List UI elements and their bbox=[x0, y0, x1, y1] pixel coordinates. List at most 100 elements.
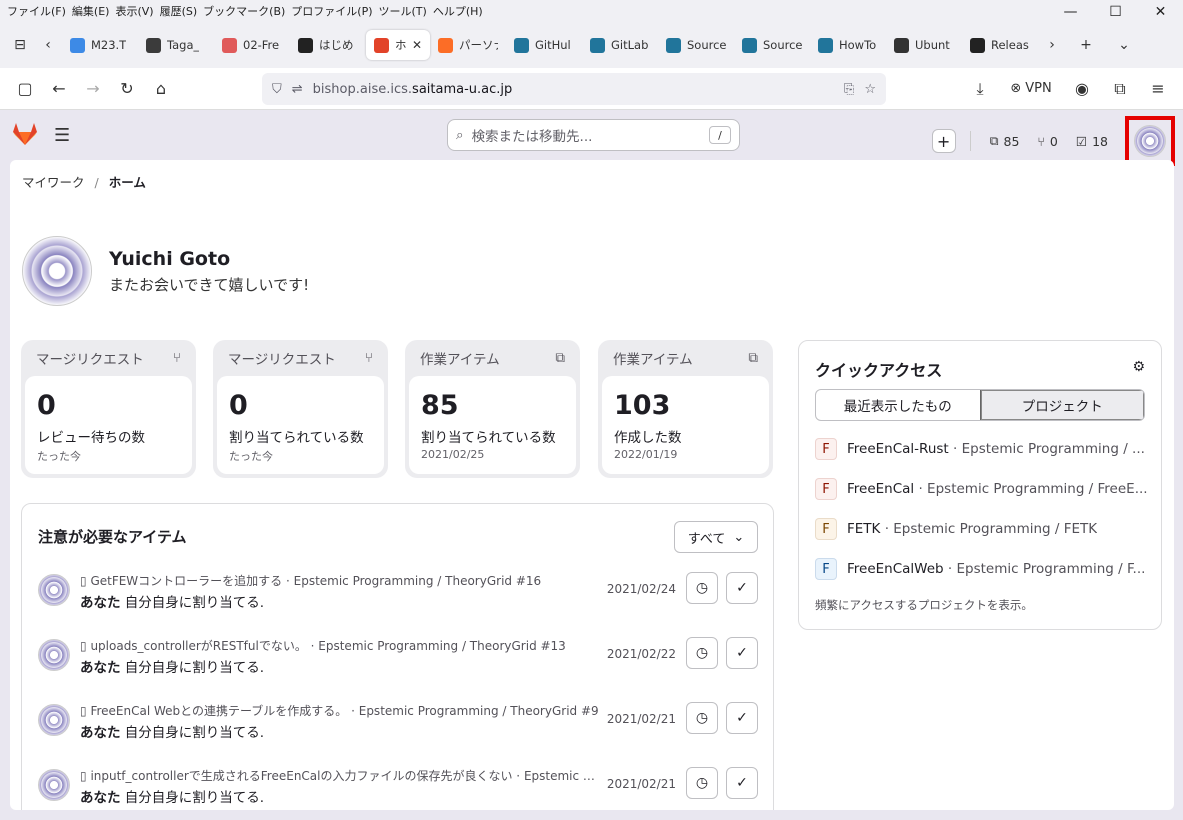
forward-icon[interactable]: → bbox=[76, 73, 110, 105]
menu-item[interactable]: プロファイル(P) bbox=[288, 3, 375, 19]
project-name: FreeEnCalWeb bbox=[847, 561, 944, 577]
filter-dropdown[interactable]: すべて ⌄ bbox=[674, 521, 758, 553]
snooze-clock-icon[interactable]: ◷ bbox=[686, 767, 718, 799]
downloads-icon[interactable]: ⤓ bbox=[963, 73, 997, 105]
avatar bbox=[1134, 125, 1166, 157]
settings-sliders-icon[interactable]: ⚙ bbox=[1132, 359, 1145, 375]
window-controls: — ☐ ✕ bbox=[1048, 0, 1183, 24]
menu-item[interactable]: ブックマーク(B) bbox=[200, 3, 288, 19]
issue-icon: ▯ bbox=[80, 639, 87, 653]
shield-icon[interactable]: ⛉ bbox=[272, 82, 282, 97]
tab-favicon-icon bbox=[222, 37, 237, 53]
browser-tab[interactable]: パーソナ bbox=[430, 30, 506, 60]
menu-item[interactable]: 履歴(S) bbox=[157, 3, 201, 19]
todo-title[interactable]: ▯ GetFEWコントローラーを追加する · Epstemic Programm… bbox=[80, 572, 600, 589]
user-menu-button[interactable] bbox=[1125, 116, 1175, 166]
todo-title[interactable]: ▯ uploads_controllerがRESTfulでない。 · Epste… bbox=[80, 637, 600, 654]
mark-done-check-icon[interactable]: ✓ bbox=[726, 767, 758, 799]
issues-icon: ⧉ bbox=[748, 350, 758, 366]
hamburger-menu-icon[interactable]: ☰ bbox=[54, 125, 70, 146]
browser-tab[interactable]: HowTo bbox=[810, 30, 886, 60]
todo-title[interactable]: ▯ inputf_controllerで生成されるFreeEnCalの入力ファイ… bbox=[80, 767, 600, 784]
menu-item[interactable]: 表示(V) bbox=[112, 3, 156, 19]
url-bar[interactable]: ⛉ ⇌ bishop.aise.ics.saitama-u.ac.jp ⎘ ☆ bbox=[262, 73, 886, 105]
divider bbox=[969, 131, 971, 151]
todo-row[interactable]: ▯ GetFEWコントローラーを追加する · Epstemic Programm… bbox=[38, 568, 760, 618]
search-icon: ⌕ bbox=[456, 127, 464, 143]
issues-count-button[interactable]: ⧉ 85 bbox=[985, 133, 1025, 149]
menu-item[interactable]: ヘルプ(H) bbox=[430, 3, 486, 19]
close-tab-icon[interactable]: ✕ bbox=[412, 38, 422, 52]
gitlab-logo-icon[interactable] bbox=[12, 122, 38, 146]
stat-card[interactable]: マージリクエスト ⑂ 0 レビュー待ちの数 たった今 bbox=[21, 340, 196, 478]
menu-item[interactable]: ツール(T) bbox=[376, 3, 430, 19]
browser-tab[interactable]: はじめ bbox=[290, 30, 366, 60]
reader-icon[interactable]: ⎘ bbox=[844, 82, 854, 97]
merge-request-icon: ⑂ bbox=[1037, 133, 1045, 149]
quick-access-footer: 頻繁にアクセスするプロジェクトを表示。 bbox=[815, 598, 1033, 612]
project-link[interactable]: F FreeEnCalWeb · Epstemic Programming / F… bbox=[815, 555, 1149, 583]
project-link[interactable]: F FreeEnCal · Epstemic Programming / Free… bbox=[815, 475, 1149, 503]
todo-row[interactable]: ▯ inputf_controllerで生成されるFreeEnCalの入力ファイ… bbox=[38, 763, 760, 810]
browser-tab[interactable]: 02-Fre bbox=[214, 30, 290, 60]
todos-count-button[interactable]: ☑ 18 bbox=[1071, 134, 1113, 149]
tab-label: Source bbox=[687, 38, 726, 52]
back-icon[interactable]: ← bbox=[42, 73, 76, 105]
tab-label: GitHul bbox=[535, 38, 571, 52]
stat-label: 作成した数 bbox=[614, 430, 682, 446]
permissions-icon[interactable]: ⇌ bbox=[292, 82, 303, 97]
extensions-icon[interactable]: ⧉ bbox=[1103, 73, 1137, 105]
todo-row[interactable]: ▯ uploads_controllerがRESTfulでない。 · Epste… bbox=[38, 633, 760, 683]
search-input[interactable]: ⌕ 検索または移動先... / bbox=[447, 119, 740, 151]
snooze-clock-icon[interactable]: ◷ bbox=[686, 572, 718, 604]
url-text[interactable]: bishop.aise.ics.saitama-u.ac.jp bbox=[313, 82, 834, 97]
sidebar-toggle-icon[interactable]: ▢ bbox=[8, 73, 42, 105]
mark-done-check-icon[interactable]: ✓ bbox=[726, 637, 758, 669]
vpn-button[interactable]: ⊗ VPN bbox=[1001, 73, 1061, 105]
snooze-clock-icon[interactable]: ◷ bbox=[686, 637, 718, 669]
issue-icon: ▯ bbox=[80, 769, 87, 783]
snooze-clock-icon[interactable]: ◷ bbox=[686, 702, 718, 734]
todo-title[interactable]: ▯ FreeEnCal Webとの連携テーブルを作成する。 · Epstemic… bbox=[80, 702, 600, 719]
reload-icon[interactable]: ↻ bbox=[110, 73, 144, 105]
stat-card[interactable]: 作業アイテム ⧉ 103 作成した数 2022/01/19 bbox=[598, 340, 773, 478]
menu-item[interactable]: ファイル(F) bbox=[4, 3, 69, 19]
minimize-icon[interactable]: — bbox=[1048, 0, 1093, 24]
browser-tab[interactable]: Ubunt bbox=[886, 30, 962, 60]
tab-scroll-left-icon[interactable]: ‹ bbox=[34, 31, 62, 59]
browser-tab[interactable]: GitHul bbox=[506, 30, 582, 60]
stat-card[interactable]: マージリクエスト ⑂ 0 割り当てられている数 たった今 bbox=[213, 340, 388, 478]
project-name: FETK bbox=[847, 521, 881, 537]
tab-scroll-right-icon[interactable]: › bbox=[1038, 31, 1066, 59]
breadcrumb-parent[interactable]: マイワーク bbox=[22, 175, 85, 190]
project-link[interactable]: F FreeEnCal-Rust · Epstemic Programming /… bbox=[815, 435, 1149, 463]
close-window-icon[interactable]: ✕ bbox=[1138, 0, 1183, 24]
tab-overview-icon[interactable]: ⊟ bbox=[6, 31, 34, 59]
create-new-button[interactable]: + bbox=[931, 129, 956, 153]
menu-item[interactable]: 編集(E) bbox=[69, 3, 113, 19]
browser-tab[interactable]: Source bbox=[734, 30, 810, 60]
browser-tab[interactable]: ホー ✕ bbox=[366, 30, 430, 60]
todo-row[interactable]: ▯ FreeEnCal Webとの連携テーブルを作成する。 · Epstemic… bbox=[38, 698, 760, 748]
merge-requests-count-button[interactable]: ⑂ 0 bbox=[1032, 134, 1062, 149]
browser-tab[interactable]: Releas bbox=[962, 30, 1038, 60]
browser-tab[interactable]: Taga_ bbox=[138, 30, 214, 60]
tab-list-icon[interactable]: ⌄ bbox=[1110, 31, 1138, 59]
browser-tab[interactable]: Source bbox=[658, 30, 734, 60]
tab-favicon-icon bbox=[970, 37, 985, 53]
maximize-icon[interactable]: ☐ bbox=[1093, 0, 1138, 24]
home-icon[interactable]: ⌂ bbox=[144, 73, 178, 105]
mark-done-check-icon[interactable]: ✓ bbox=[726, 702, 758, 734]
tab-recent[interactable]: 最近表示したもの bbox=[816, 390, 980, 420]
mark-done-check-icon[interactable]: ✓ bbox=[726, 572, 758, 604]
app-menu-icon[interactable]: ≡ bbox=[1141, 73, 1175, 105]
new-tab-icon[interactable]: + bbox=[1072, 31, 1100, 59]
browser-tab[interactable]: GitLab bbox=[582, 30, 658, 60]
bookmark-star-icon[interactable]: ☆ bbox=[864, 82, 876, 97]
stat-card[interactable]: 作業アイテム ⧉ 85 割り当てられている数 2021/02/25 bbox=[405, 340, 580, 478]
project-link[interactable]: F FETK · Epstemic Programming / FETK bbox=[815, 515, 1149, 543]
tab-projects[interactable]: プロジェクト bbox=[979, 390, 1144, 420]
account-icon[interactable]: ◉ bbox=[1065, 73, 1099, 105]
browser-tab[interactable]: M23.T bbox=[62, 30, 138, 60]
project-name: FreeEnCal-Rust bbox=[847, 441, 949, 457]
